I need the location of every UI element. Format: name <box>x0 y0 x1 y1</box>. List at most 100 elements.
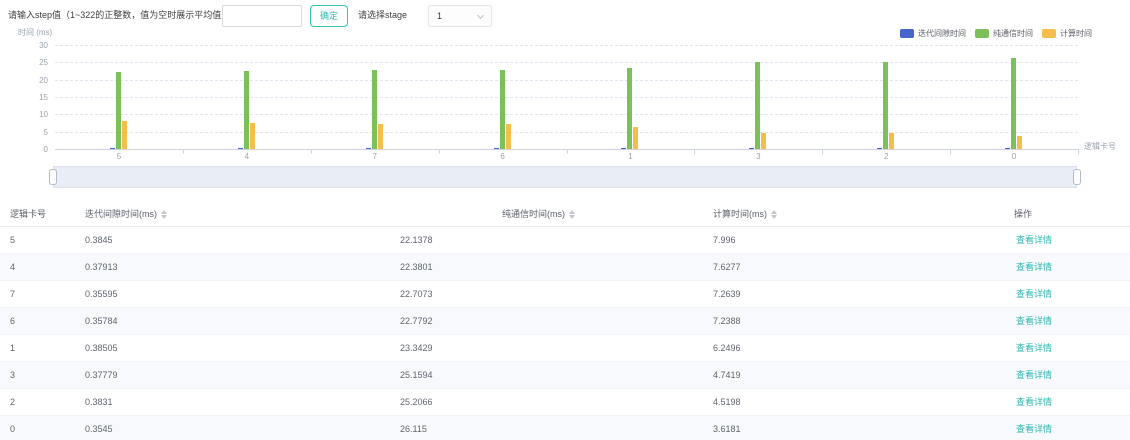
bar-计算时间-card5[interactable] <box>122 121 127 149</box>
x-tick <box>822 150 823 154</box>
chart-legend: 迭代间隙时间纯通信时间 计算时间 <box>900 28 1092 39</box>
legend-item-1[interactable]: 纯通信时间 <box>975 28 1033 39</box>
x-tick <box>567 150 568 154</box>
bar-纯通信时间-card2[interactable] <box>883 62 888 149</box>
column-header-3[interactable]: 计算时间(ms) <box>713 201 777 227</box>
datazoom-track[interactable] <box>53 166 1077 188</box>
table-cell: 6 <box>10 308 15 335</box>
bar-纯通信时间-card6[interactable] <box>500 70 505 149</box>
bar-迭代间隙时间-card0[interactable] <box>1005 148 1010 149</box>
x-tick <box>183 150 184 154</box>
bar-迭代间隙时间-card6[interactable] <box>494 148 499 149</box>
bar-计算时间-card4[interactable] <box>250 123 255 149</box>
x-tick <box>1078 150 1079 154</box>
gridline <box>55 80 1078 81</box>
table-cell: 0.3845 <box>85 227 113 254</box>
table-cell: 0 <box>10 416 15 440</box>
view-details-link[interactable]: 查看详情 <box>1016 389 1052 416</box>
table-row-card-4: 40.3791322.38017.6277查看详情 <box>0 254 1130 281</box>
sort-icon[interactable] <box>161 210 167 219</box>
dashboard: 请输入step值（1~322的正整数，值为空时展示平均值） 确定 请选择stag… <box>0 0 1130 440</box>
x-tick <box>439 150 440 154</box>
bar-迭代间隙时间-card7[interactable] <box>366 148 371 149</box>
gridline <box>55 132 1078 133</box>
bar-迭代间隙时间-card2[interactable] <box>877 148 882 149</box>
bar-纯通信时间-card0[interactable] <box>1011 58 1016 149</box>
view-details-link[interactable]: 查看详情 <box>1016 362 1052 389</box>
table-cell: 0.37779 <box>85 362 118 389</box>
legend-item-2[interactable]: 计算时间 <box>1042 28 1092 39</box>
legend-swatch-icon <box>1042 29 1056 38</box>
view-details-link[interactable]: 查看详情 <box>1016 254 1052 281</box>
table-cell: 22.7792 <box>400 308 433 335</box>
table-row-card-1: 10.3850523.34296.2496查看详情 <box>0 335 1130 362</box>
datazoom-left-handle[interactable] <box>49 169 57 185</box>
bar-计算时间-card1[interactable] <box>633 127 638 149</box>
x-tick <box>694 150 695 154</box>
table-cell: 0.3545 <box>85 416 113 440</box>
table-cell: 7.996 <box>713 227 736 254</box>
column-header-4: 操作 <box>1014 201 1032 227</box>
stage-select[interactable]: 1 <box>428 5 492 27</box>
view-details-link[interactable]: 查看详情 <box>1016 227 1052 254</box>
sort-icon[interactable] <box>569 210 575 219</box>
x-tick-label: 6 <box>483 152 523 161</box>
table-cell: 4.5198 <box>713 389 741 416</box>
table-cell: 0.3831 <box>85 389 113 416</box>
table-cell: 7 <box>10 281 15 308</box>
bar-计算时间-card3[interactable] <box>761 133 766 149</box>
datazoom-right-handle[interactable] <box>1073 169 1081 185</box>
table-cell: 0.35784 <box>85 308 118 335</box>
view-details-link[interactable]: 查看详情 <box>1016 416 1052 440</box>
view-details-link[interactable]: 查看详情 <box>1016 308 1052 335</box>
legend-swatch-icon <box>975 29 989 38</box>
y-tick-label: 25 <box>8 58 48 67</box>
bar-纯通信时间-card7[interactable] <box>372 70 377 149</box>
table-row-card-6: 60.3578422.77927.2388查看详情 <box>0 308 1130 335</box>
step-input-label: 请输入step值（1~322的正整数，值为空时展示平均值） <box>8 4 230 26</box>
bar-计算时间-card0[interactable] <box>1017 136 1022 149</box>
sort-icon[interactable] <box>771 210 777 219</box>
view-details-link[interactable]: 查看详情 <box>1016 281 1052 308</box>
table-row-card-0: 00.354526.1153.6181查看详情 <box>0 416 1130 440</box>
table-cell: 0.38505 <box>85 335 118 362</box>
table-cell: 4 <box>10 254 15 281</box>
table-cell: 0.35595 <box>85 281 118 308</box>
column-header-2[interactable]: 纯通信时间(ms) <box>502 201 575 227</box>
bar-迭代间隙时间-card3[interactable] <box>749 148 754 149</box>
table-cell: 3 <box>10 362 15 389</box>
confirm-button[interactable]: 确定 <box>310 5 348 27</box>
legend-label: 计算时间 <box>1060 28 1092 39</box>
view-details-link[interactable]: 查看详情 <box>1016 335 1052 362</box>
y-tick-label: 15 <box>8 93 48 102</box>
bar-迭代间隙时间-card4[interactable] <box>238 148 243 149</box>
bar-纯通信时间-card4[interactable] <box>244 71 249 149</box>
table-row-card-2: 20.383125.20664.5198查看详情 <box>0 389 1130 416</box>
x-tick-label: 5 <box>99 152 139 161</box>
y-axis-name: 时间 (ms) <box>18 27 52 38</box>
bar-纯通信时间-card5[interactable] <box>116 72 121 149</box>
bar-纯通信时间-card3[interactable] <box>755 62 760 149</box>
x-tick-label: 7 <box>355 152 395 161</box>
bar-计算时间-card7[interactable] <box>378 124 383 149</box>
table-cell: 3.6181 <box>713 416 741 440</box>
x-axis-name: 逻辑卡号 <box>1084 141 1116 152</box>
bar-计算时间-card2[interactable] <box>889 133 894 149</box>
bar-迭代间隙时间-card5[interactable] <box>110 148 115 149</box>
y-tick-label: 10 <box>8 110 48 119</box>
column-header-1[interactable]: 迭代间隙时间(ms) <box>85 201 167 227</box>
chevron-down-icon <box>477 12 484 19</box>
legend-swatch-icon <box>900 29 914 38</box>
table-cell: 6.2496 <box>713 335 741 362</box>
table-row-card-3: 30.3777925.15944.7419查看详情 <box>0 362 1130 389</box>
bar-计算时间-card6[interactable] <box>506 124 511 149</box>
table-cell: 23.3429 <box>400 335 433 362</box>
bar-纯通信时间-card1[interactable] <box>627 68 632 149</box>
bar-迭代间隙时间-card1[interactable] <box>621 148 626 149</box>
x-tick-label: 4 <box>227 152 267 161</box>
step-input[interactable] <box>222 5 302 27</box>
gridline <box>55 114 1078 115</box>
legend-item-0[interactable]: 迭代间隙时间 <box>900 28 966 39</box>
y-tick-label: 0 <box>8 145 48 154</box>
table-row-card-5: 50.384522.13787.996查看详情 <box>0 227 1130 254</box>
